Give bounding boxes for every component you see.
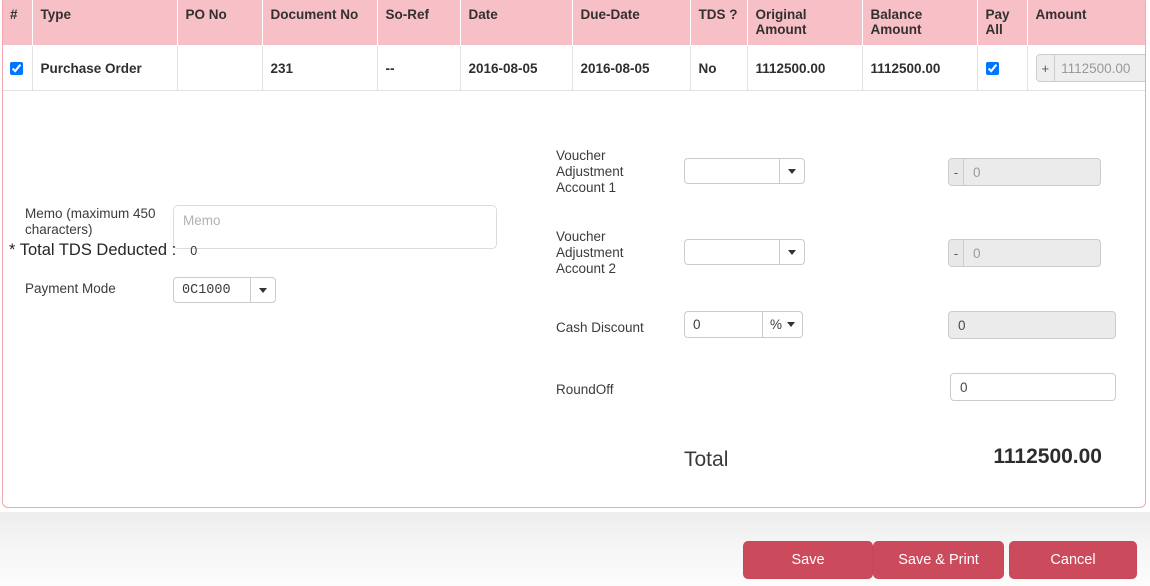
total-tds-deducted-row: * Total TDS Deducted : 0	[9, 241, 197, 260]
minus-sign-addon: -	[949, 240, 964, 266]
voucher-adjustment-account-2-value	[685, 240, 779, 264]
cash-discount-input[interactable]	[684, 311, 762, 338]
cash-discount-amount-group	[948, 311, 1116, 339]
amount-input[interactable]	[1055, 55, 1145, 81]
chevron-down-icon	[787, 322, 795, 327]
memo-input[interactable]	[173, 205, 497, 249]
voucher-adjustment-account-2-select[interactable]	[684, 239, 805, 265]
amount-input-group: +	[1035, 54, 1145, 82]
row-select-checkbox[interactable]	[10, 62, 24, 76]
column-header-so-ref: So-Ref	[377, 0, 461, 46]
voucher-adjustment-account-1-amount-input[interactable]	[964, 159, 1100, 185]
minus-sign-addon: -	[949, 159, 964, 185]
column-header-due-date: Due-Date	[572, 0, 691, 46]
roundoff-label: RoundOff	[556, 382, 614, 397]
roundoff-input[interactable]	[951, 374, 1115, 400]
amount-add-button[interactable]: +	[1036, 55, 1056, 81]
column-header-original-amount: Original Amount	[747, 0, 863, 46]
invoice-table-header: # Type PO No Document No So-Ref Date Due…	[3, 0, 1145, 46]
cash-discount-amount-input[interactable]	[949, 312, 1115, 338]
voucher-adjustment-account-1-amount-group: -	[948, 158, 1101, 186]
column-header-document-no: Document No	[262, 0, 378, 46]
memo-label: Memo (maximum 450 characters)	[25, 206, 156, 237]
chevron-down-icon	[250, 278, 275, 302]
voucher-adjustment-account-2-label: Voucher Adjustment Account 2	[556, 229, 624, 276]
cash-discount-unit-button[interactable]: %	[762, 311, 803, 338]
table-header-row: # Type PO No Document No So-Ref Date Due…	[3, 0, 1145, 46]
voucher-adjustment-account-1-select[interactable]	[684, 158, 805, 184]
chevron-down-icon	[779, 240, 804, 264]
save-button[interactable]: Save	[743, 541, 873, 579]
column-header-po-no: PO No	[177, 0, 263, 46]
voucher-adjustment-account-2-amount-group: -	[948, 239, 1101, 267]
voucher-panel: # Type PO No Document No So-Ref Date Due…	[2, 0, 1146, 508]
invoice-table: # Type PO No Document No So-Ref Date Due…	[3, 0, 1145, 91]
total-tds-deducted-value: 0	[190, 244, 198, 258]
roundoff-input-group	[950, 373, 1116, 401]
cash-discount-input-group: %	[684, 311, 803, 338]
pay-all-checkbox[interactable]	[985, 62, 999, 76]
cancel-button[interactable]: Cancel	[1009, 541, 1137, 579]
payment-mode-value: 0C1000	[182, 282, 231, 298]
voucher-form: Memo (maximum 450 characters) Payment Mo…	[3, 83, 1145, 503]
column-header-type: Type	[32, 0, 178, 46]
total-label: Total	[684, 448, 729, 471]
payment-voucher-screen: # Type PO No Document No So-Ref Date Due…	[0, 0, 1150, 586]
cash-discount-unit-label: %	[769, 317, 782, 332]
cash-discount-label: Cash Discount	[556, 320, 644, 335]
column-header-date: Date	[460, 0, 573, 46]
voucher-adjustment-account-1-value	[685, 159, 779, 183]
column-header-number: #	[3, 0, 33, 46]
chevron-down-icon	[779, 159, 804, 183]
voucher-adjustment-account-2-amount-input[interactable]	[964, 240, 1100, 266]
action-footer: Save Save & Print Cancel	[0, 512, 1150, 586]
payment-mode-select[interactable]: 0C1000	[173, 277, 276, 303]
total-tds-deducted-label: * Total TDS Deducted :	[9, 241, 177, 259]
save-print-button[interactable]: Save & Print	[873, 541, 1004, 579]
column-header-pay-all: Pay All	[977, 0, 1028, 46]
payment-mode-label: Payment Mode	[25, 281, 116, 296]
column-header-amount: Amount	[1027, 0, 1145, 46]
column-header-balance-amount: Balance Amount	[862, 0, 978, 46]
column-header-tds: TDS ?	[690, 0, 748, 46]
total-value: 1112500.00	[993, 445, 1102, 468]
voucher-adjustment-account-1-label: Voucher Adjustment Account 1	[556, 148, 624, 195]
